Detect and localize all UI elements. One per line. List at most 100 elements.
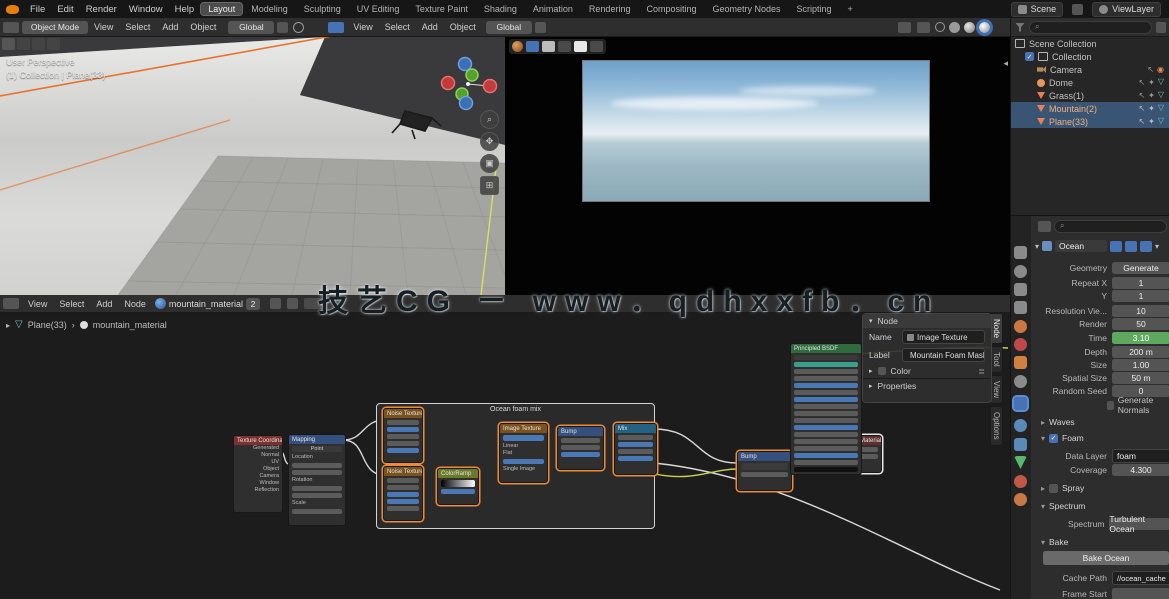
tab-view-layer-icon[interactable] [1014,301,1027,314]
modifier-render-toggle[interactable] [1140,241,1152,252]
node-bump-1[interactable]: Bump [557,426,604,470]
workspace-tab-compositing[interactable]: Compositing [639,3,703,15]
view-layer-selector[interactable]: ViewLayer [1092,2,1161,17]
spray-checkbox[interactable] [1049,484,1058,493]
expand-caret-icon[interactable]: ▾ [1035,242,1039,251]
generate-normals-checkbox[interactable] [1107,401,1114,410]
workspace-tab-layout[interactable]: Layout [201,3,242,15]
tab-texture-icon[interactable] [1014,493,1027,506]
right-object-menu[interactable]: Object [444,22,482,32]
outliner-filter-icon[interactable] [1156,22,1166,33]
outliner-row-camera[interactable]: Camera ↖◉ [1011,63,1169,76]
add-menu[interactable]: Add [156,22,184,32]
bake-ocean-button[interactable]: Bake Ocean [1043,551,1169,565]
ortho-toggle-gadget[interactable]: ⊞ [480,176,499,195]
spatial-size-field[interactable]: 50 m [1112,372,1169,384]
collapse-caret-icon[interactable]: ▸ [1041,418,1045,427]
shading-material-icon[interactable] [964,22,975,33]
select-box-tool-icon[interactable] [2,38,15,50]
workspace-tab-rendering[interactable]: Rendering [582,3,638,15]
expand-caret-icon[interactable]: ▾ [1041,502,1045,511]
selectability-icon[interactable]: ↖ [1147,65,1154,74]
collapse-caret-icon[interactable]: ▸ [869,382,873,390]
move-tool-icon[interactable] [32,38,45,50]
node-noise-texture-1[interactable]: Noise Texture [383,408,423,463]
outliner-row-collection[interactable]: ✓ Collection [1011,50,1169,63]
node-noise-texture-2[interactable]: Noise Texture [383,466,423,521]
breadcrumb-object[interactable]: Plane(33) [28,320,67,330]
display-mode-active-icon[interactable] [526,41,539,52]
modifier-name-field[interactable]: Ocean [1055,240,1107,252]
breadcrumb-material[interactable]: mountain_material [93,320,167,330]
bake-section[interactable]: Bake [1049,537,1068,547]
filter-funnel-icon[interactable] [1015,23,1025,32]
material-ball-icon[interactable] [512,41,523,52]
blender-logo-icon[interactable] [6,5,19,14]
expand-caret-icon[interactable]: ▾ [1041,434,1045,443]
node-canvas[interactable]: ▸ ▽ Plane(33) › mountain_material [0,312,1010,599]
workspace-tab-shading[interactable]: Shading [477,3,524,15]
node-name-field[interactable]: Image Texture [902,330,985,344]
proportional-edit-icon[interactable] [293,22,304,33]
right-view-menu[interactable]: View [347,22,378,32]
collapse-caret-icon[interactable]: ▸ [869,367,873,375]
tab-render-icon[interactable] [1014,265,1027,278]
node-bump-2[interactable]: Bump [737,451,792,491]
properties-context-icon[interactable] [1038,221,1051,232]
region-collapse-arrow-icon[interactable]: ◂ [1003,58,1008,69]
right-editor-type-icon[interactable] [328,22,344,33]
shader-editor-type-icon[interactable] [3,298,19,309]
tab-scene-icon[interactable] [1014,320,1027,333]
data-layer-field[interactable]: foam [1112,449,1169,463]
list-icon[interactable]: ≣ [978,367,985,376]
waves-section[interactable]: Waves [1049,417,1075,427]
foam-section[interactable]: Foam [1062,433,1084,443]
shading-solid-icon[interactable] [949,22,960,33]
new-scene-icon[interactable] [1072,4,1083,15]
collapse-caret-icon[interactable]: ▸ [1041,484,1045,493]
pan-gadget[interactable]: ✥ [480,132,499,151]
node-image-texture[interactable]: Image Texture Linear Flat Single Image [499,423,548,483]
shading-wireframe-icon[interactable] [935,22,945,32]
right-add-menu[interactable]: Add [416,22,444,32]
node-mapping[interactable]: Mapping Point Location Rotation Scale [288,434,346,526]
display-mode-5-icon[interactable] [590,41,603,52]
overlays-toggle-icon[interactable] [917,22,930,33]
size-field[interactable]: 1.00 [1112,359,1169,371]
tab-object-data-icon[interactable] [1014,456,1027,469]
display-mode-3-icon[interactable] [558,41,571,52]
camera-view-gadget[interactable]: ▣ [480,154,499,173]
repeat-y-field[interactable]: 1 [1112,290,1169,302]
tab-output-icon[interactable] [1014,283,1027,296]
material-name[interactable]: mountain_material [169,299,243,309]
right-orientation-dropdown[interactable]: Global [486,21,532,34]
modifier-realtime-toggle[interactable] [1125,241,1137,252]
add-workspace-button[interactable]: + [841,3,860,15]
node-principled-bsdf[interactable]: Principled BSDF [790,343,862,475]
tab-tool-icon[interactable] [1014,246,1027,259]
expand-caret-icon[interactable]: ▾ [1041,538,1045,547]
modifier-editmode-toggle[interactable] [1110,241,1122,252]
selectability-icon[interactable]: ↖ [1138,104,1145,113]
display-mode-4-icon[interactable] [574,41,587,52]
workspace-tab-scripting[interactable]: Scripting [790,3,839,15]
outliner-row-grass[interactable]: Grass(1) ↖✦▽ [1011,89,1169,102]
shading-rendered-icon[interactable] [979,22,990,33]
workspace-tab-uv-editing[interactable]: UV Editing [350,3,407,15]
mapping-type-dropdown[interactable]: Point [292,446,342,452]
node-view-menu[interactable]: View [22,299,53,309]
node-texture-coordinate[interactable]: Texture Coordinate Generated Normal UV O… [233,435,283,513]
spectrum-dropdown[interactable]: Turbulent Ocean [1109,518,1169,530]
node-mix[interactable]: Mix [614,423,657,475]
mode-dropdown[interactable]: Object Mode [22,21,88,34]
properties-search-input[interactable]: ⌕ [1054,220,1167,233]
ramp-gradient[interactable] [441,480,475,487]
cursor-tool-icon[interactable] [17,38,30,50]
orientation-dropdown[interactable]: Global [228,21,274,34]
zoom-gadget[interactable]: ⌕ [480,110,499,129]
time-field-keyframed[interactable]: 3.10 [1112,332,1169,344]
node-add-menu[interactable]: Add [90,299,118,309]
tab-particles-icon[interactable] [1014,375,1027,388]
gizmo-toggle-icon[interactable] [898,22,911,33]
right-snap-magnet-icon[interactable] [535,22,546,33]
